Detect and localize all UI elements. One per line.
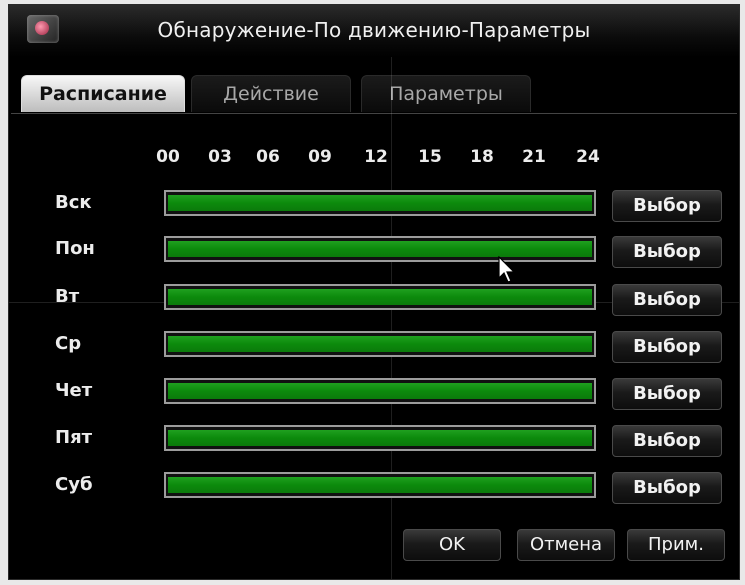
schedule-fill xyxy=(168,430,592,446)
hour-label: 15 xyxy=(418,147,442,167)
dialog-title: Обнаружение-По движению-Параметры xyxy=(157,18,591,42)
day-label: Пон xyxy=(55,238,95,259)
schedule-fill xyxy=(168,289,592,305)
select-button-tue[interactable]: Выбор xyxy=(612,284,722,316)
hour-label: 12 xyxy=(364,147,388,167)
mouse-pointer-icon xyxy=(498,256,516,283)
hour-label: 06 xyxy=(256,147,280,167)
schedule-fill xyxy=(168,241,592,257)
schedule-bar-wed[interactable] xyxy=(164,331,596,357)
hour-label: 03 xyxy=(208,147,232,167)
schedule-bar-tue[interactable] xyxy=(164,284,596,310)
hour-label: 21 xyxy=(522,147,546,167)
schedule-bar-sat[interactable] xyxy=(164,472,596,498)
tab-parameters[interactable]: Параметры xyxy=(361,75,531,112)
schedule-fill xyxy=(168,477,592,493)
schedule-bar-mon[interactable] xyxy=(164,236,596,262)
hour-label: 18 xyxy=(470,147,494,167)
select-button-wed[interactable]: Выбор xyxy=(612,331,722,363)
tab-bar: Расписание Действие Параметры xyxy=(9,75,739,115)
motion-detection-dialog: Обнаружение-По движению-Параметры Распис… xyxy=(8,4,740,580)
schedule-bar-thu[interactable] xyxy=(164,378,596,404)
hour-scale: 00 03 06 09 12 15 18 21 24 xyxy=(9,147,739,175)
tab-action[interactable]: Действие xyxy=(191,75,351,112)
crosshair-vertical xyxy=(391,57,392,579)
tab-divider xyxy=(11,113,737,114)
schedule-bar-fri[interactable] xyxy=(164,425,596,451)
schedule-fill xyxy=(168,336,592,352)
ok-button[interactable]: OK xyxy=(403,529,501,561)
hour-label: 09 xyxy=(308,147,332,167)
select-button-fri[interactable]: Выбор xyxy=(612,425,722,457)
tab-schedule[interactable]: Расписание xyxy=(21,75,185,112)
schedule-fill xyxy=(168,195,592,211)
day-label: Вт xyxy=(55,286,80,307)
select-button-sun[interactable]: Выбор xyxy=(612,190,722,222)
apply-button[interactable]: Прим. xyxy=(627,529,725,561)
day-label: Чет xyxy=(55,380,93,401)
cancel-button[interactable]: Отмена xyxy=(517,529,615,561)
hour-label: 24 xyxy=(576,147,600,167)
select-button-thu[interactable]: Выбор xyxy=(612,378,722,410)
title-bar: Обнаружение-По движению-Параметры xyxy=(9,5,739,57)
day-label: Вск xyxy=(55,192,92,213)
schedule-fill xyxy=(168,383,592,399)
hour-label: 00 xyxy=(156,147,180,167)
day-label: Пят xyxy=(55,427,93,448)
select-button-mon[interactable]: Выбор xyxy=(612,236,722,268)
schedule-bar-sun[interactable] xyxy=(164,190,596,216)
select-button-sat[interactable]: Выбор xyxy=(612,472,722,504)
day-label: Суб xyxy=(55,474,93,495)
day-label: Ср xyxy=(55,333,82,354)
